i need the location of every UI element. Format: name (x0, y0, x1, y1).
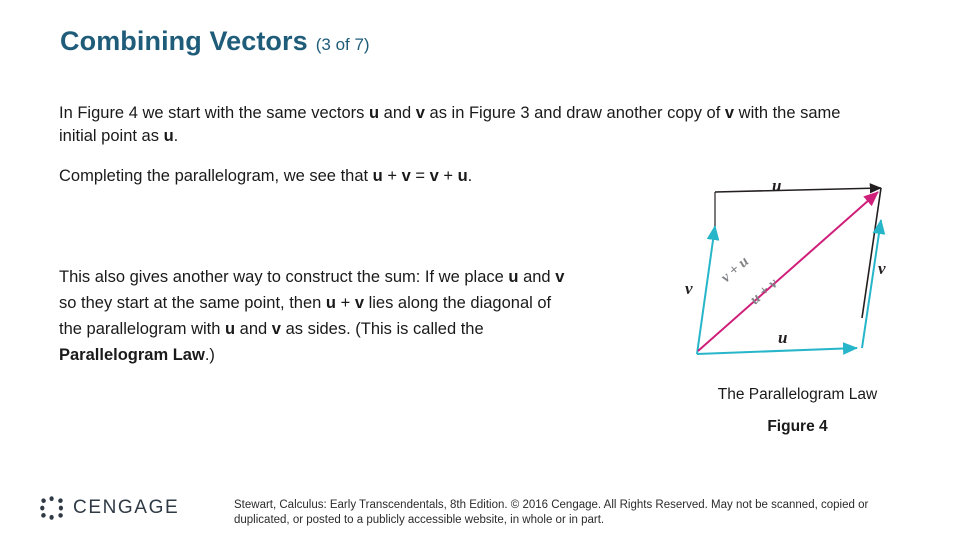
label-u-top: u (772, 178, 781, 195)
slide: Combining Vectors (3 of 7) In Figure 4 w… (0, 0, 960, 540)
label-u-bottom: u (778, 328, 787, 347)
label-v-right: v (878, 259, 886, 278)
page-title-counter: (3 of 7) (315, 35, 370, 54)
figure-caption: The Parallelogram Law (717, 386, 878, 403)
vector-v-right-black (861, 187, 882, 319)
paragraph-1: In Figure 4 we start with the same vecto… (59, 104, 841, 145)
copyright-footer: Stewart, Calculus: Early Transcendentals… (234, 499, 869, 526)
parallelogram-side-right-teal (861, 219, 886, 349)
vector-v-left-teal (696, 225, 720, 355)
cengage-logo-mark (38, 494, 66, 522)
figure-label: Figure 4 (767, 418, 828, 435)
paragraph-3: This also gives another way to construct… (59, 268, 565, 364)
vector-u-top (714, 183, 882, 194)
slide-title-row: Combining Vectors (3 of 7) (60, 26, 370, 57)
label-u-plus-v: u + v (747, 275, 781, 308)
cengage-logo: CENGAGE (38, 494, 179, 522)
label-v-left: v (685, 279, 693, 298)
vector-u-bottom-teal (696, 342, 858, 355)
label-v-plus-u: v + u (718, 254, 752, 286)
page-title: Combining Vectors (60, 26, 308, 56)
paragraph-2: Completing the parallelogram, we see tha… (59, 167, 473, 185)
cengage-logo-text: CENGAGE (73, 497, 180, 518)
parallelogram-figure: u v v u v + u u + v (650, 178, 950, 378)
